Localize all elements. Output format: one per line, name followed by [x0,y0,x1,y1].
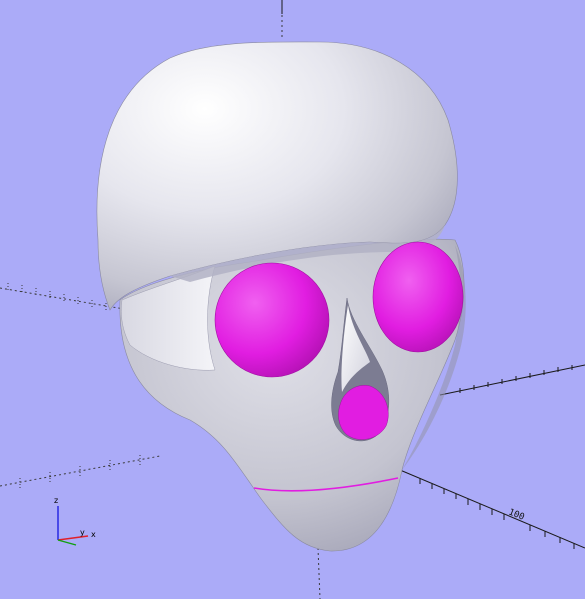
gizmo-z-label: z [54,496,58,505]
nasal-cutout [338,385,389,440]
viewport-canvas[interactable]: 100 z y x [0,0,585,599]
3d-viewport[interactable]: 100 z y x [0,0,585,599]
left-eye-socket [214,262,330,378]
right-eye-socket [372,241,464,353]
gizmo-y-label: y [80,528,85,537]
gizmo-x-label: x [91,530,96,539]
